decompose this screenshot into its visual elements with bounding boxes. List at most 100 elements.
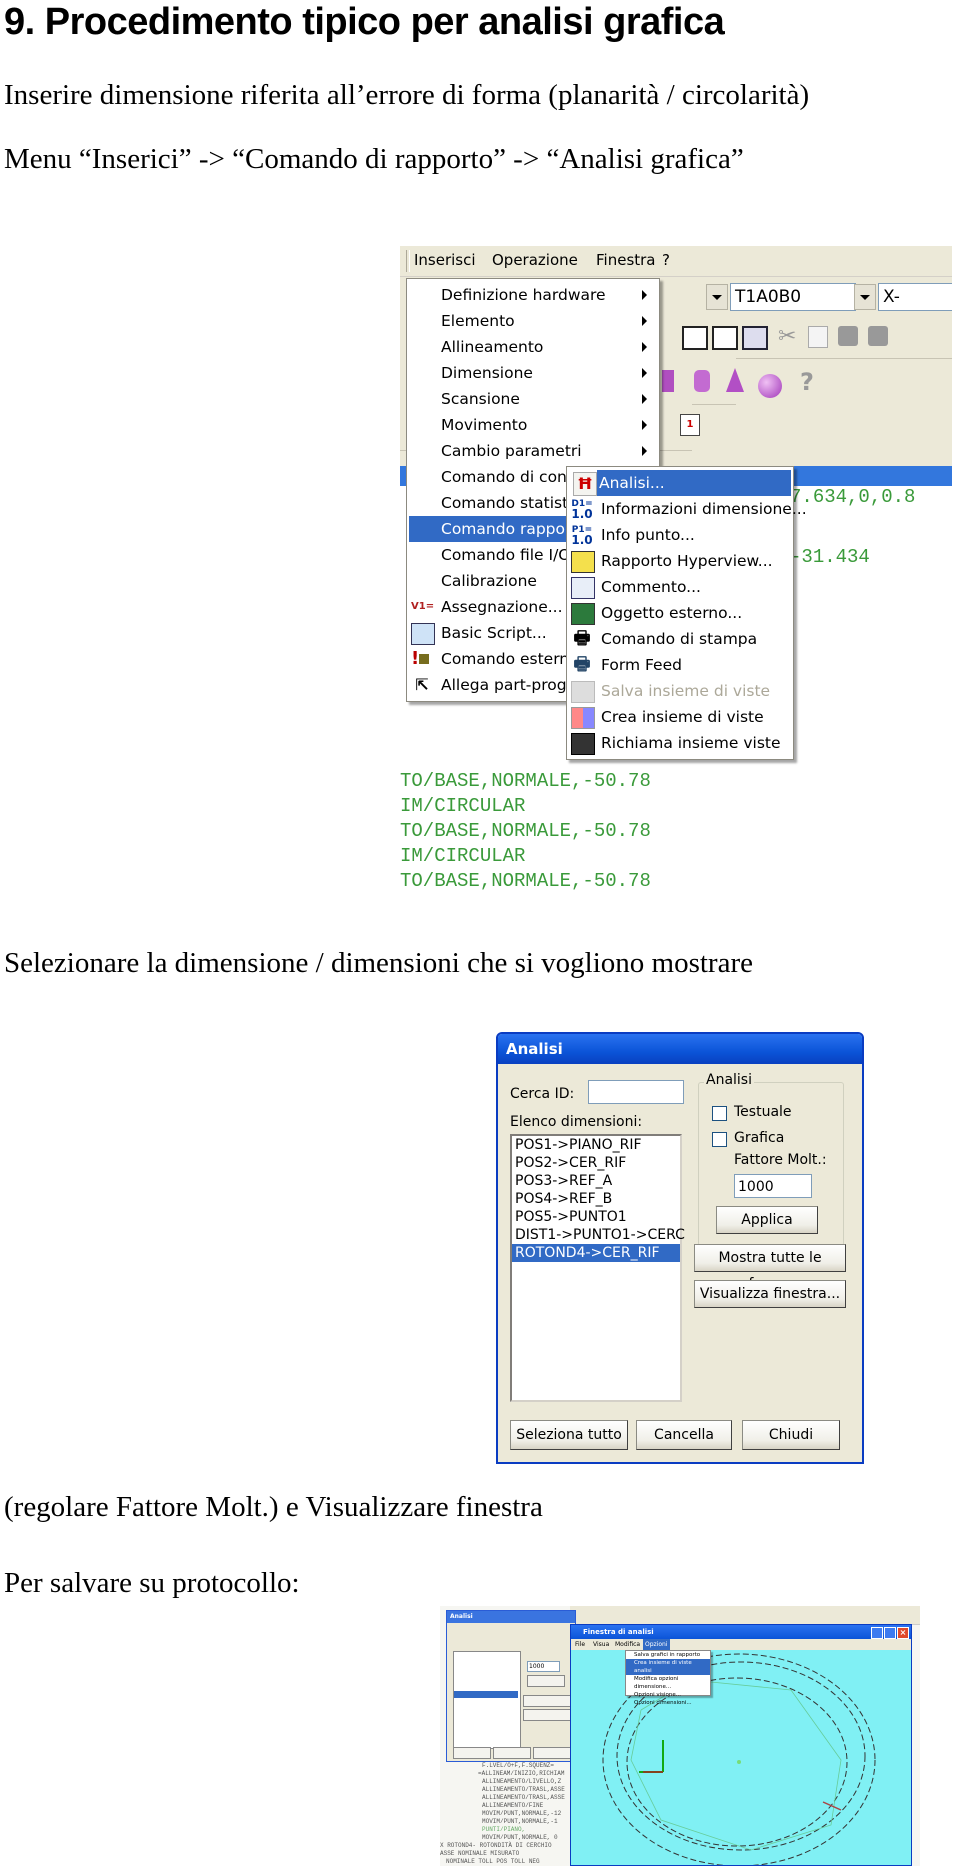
small-apply-button[interactable] bbox=[527, 1675, 565, 1687]
submenu-arrow-icon bbox=[642, 368, 647, 378]
list-item[interactable]: POS5->PUNTO1 bbox=[512, 1208, 680, 1226]
show-window-button[interactable]: Visualizza finestra... bbox=[694, 1280, 846, 1308]
options-item-view-options[interactable]: Opzioni visione... bbox=[626, 1691, 710, 1699]
close-window-icon[interactable]: × bbox=[897, 1627, 909, 1639]
paragraph-adjust: (regolare Fattore Molt.) e Visualizzare … bbox=[4, 1491, 543, 1523]
menu-item-allineamento[interactable]: Allineamento bbox=[409, 334, 657, 360]
menu-operazione[interactable]: Operazione bbox=[492, 251, 578, 269]
code-line: F.LVEL/O+F,F.SQUENZ= bbox=[482, 1762, 555, 1769]
background-code: F.LVEL/O+F,F.SQUENZ= =ALLINEAM/INIZIO,RI… bbox=[440, 1762, 580, 1866]
list-item[interactable]: POS3->REF_A bbox=[512, 1172, 680, 1190]
menu-item-cambio-parametri[interactable]: Cambio parametri bbox=[409, 438, 657, 464]
menu-help[interactable]: ? bbox=[662, 251, 670, 269]
close-button[interactable]: Chiudi bbox=[742, 1420, 840, 1450]
menu-item-form-feed[interactable]: 🖶 Form Feed bbox=[569, 652, 791, 678]
menu-item-crea-insieme-viste[interactable]: Crea insieme di viste bbox=[569, 704, 791, 730]
menu-item-definizione-hardware[interactable]: Definizione hardware bbox=[409, 282, 657, 308]
small-show-window-button[interactable] bbox=[523, 1709, 573, 1721]
small-cancel-button[interactable] bbox=[493, 1747, 531, 1759]
search-label: Cerca ID: bbox=[510, 1086, 575, 1102]
print-icon: 🖶 bbox=[573, 628, 591, 649]
menu-item-info-punto[interactable]: P1= 1.0 Info punto... bbox=[569, 522, 791, 548]
menu-inserisci[interactable]: Inserisci bbox=[414, 251, 476, 269]
graphic-checkbox-label: Grafica bbox=[734, 1130, 785, 1146]
menu-finestra[interactable]: Finestra bbox=[596, 251, 656, 269]
small-show-arrows-button[interactable] bbox=[523, 1695, 573, 1707]
paragraph-intro: Inserire dimensione riferita all’errore … bbox=[4, 79, 810, 111]
code-line: X ROTOND4- ROTONDITÀ DI CERCHIO bbox=[440, 1842, 552, 1849]
paragraph-save: Per salvare su protocollo: bbox=[4, 1567, 300, 1599]
analysis-canvas[interactable] bbox=[571, 1650, 911, 1865]
search-input[interactable] bbox=[588, 1080, 684, 1104]
number-icon[interactable]: 1 bbox=[680, 414, 700, 436]
code-line: ALLINEAMENTO/LIVELLO,Z bbox=[482, 1778, 562, 1785]
center-mark bbox=[737, 1760, 741, 1764]
options-item-create-views[interactable]: Crea insieme di viste analisi bbox=[626, 1659, 710, 1675]
list-item[interactable]: POS1->PIANO_RIF bbox=[512, 1136, 680, 1154]
menu-modifica[interactable]: Modifica bbox=[615, 1639, 640, 1650]
menu-item-analisi[interactable]: Analisi... bbox=[597, 470, 791, 496]
menu-item-salva-insieme-viste[interactable]: Salva insieme di viste bbox=[569, 678, 791, 704]
code-line: TO/BASE,NORMALE,-50.78 bbox=[400, 870, 651, 892]
box-icon[interactable] bbox=[662, 370, 674, 392]
menu-item-comando-stampa[interactable]: 🖶 Comando di stampa bbox=[569, 626, 791, 652]
menu-item-scansione[interactable]: Scansione bbox=[409, 386, 657, 412]
analysis-window: Finestra di analisi × File Visua Modific… bbox=[570, 1624, 912, 1866]
options-item-dimension-options[interactable]: Modifica opzioni dimensione... bbox=[626, 1675, 710, 1691]
menu-item-oggetto-esterno[interactable]: Oggetto esterno... bbox=[569, 600, 791, 626]
cancel-button[interactable]: Cancella bbox=[636, 1420, 732, 1450]
small-factor-input[interactable]: 1000 bbox=[527, 1661, 560, 1672]
small-dimensions-listbox[interactable] bbox=[453, 1651, 521, 1749]
textual-checkbox[interactable] bbox=[712, 1106, 727, 1121]
select-all-button[interactable]: Seleziona tutto bbox=[510, 1420, 628, 1450]
error-arrow bbox=[822, 1801, 842, 1811]
factor-label: Fattore Molt.: bbox=[734, 1152, 827, 1168]
menu-item-informazioni-dimensione[interactable]: D1= 1.0 Informazioni dimensione... bbox=[569, 496, 806, 522]
menu-item-richiama-insieme-viste[interactable]: Richiama insieme viste bbox=[569, 730, 791, 756]
report2-icon[interactable] bbox=[712, 326, 738, 350]
options-item-dimensions-options[interactable]: Opzioni dimensioni... bbox=[626, 1699, 710, 1707]
cone-icon[interactable] bbox=[726, 368, 744, 392]
menu-item-movimento[interactable]: Movimento bbox=[409, 412, 657, 438]
list-item-selected[interactable]: ROTOND4->CER_RIF bbox=[512, 1244, 680, 1262]
menu-item-rapporto-hyperview[interactable]: Rapporto Hyperview... bbox=[569, 548, 791, 574]
probe-combo-dropdown-button[interactable] bbox=[854, 284, 876, 310]
paste-icon[interactable] bbox=[838, 326, 858, 346]
options-item-save-graphs[interactable]: Salva grafici in rapporto bbox=[626, 1651, 710, 1659]
sphere-icon[interactable] bbox=[758, 374, 782, 398]
graphic-checkbox[interactable] bbox=[712, 1132, 727, 1147]
code-line: MOVIM/PUNT,NORMALE,-12 bbox=[482, 1810, 562, 1817]
menu-item-elemento[interactable]: Elemento bbox=[409, 308, 657, 334]
small-list-selected-row[interactable] bbox=[454, 1691, 518, 1698]
list-item[interactable]: POS4->REF_B bbox=[512, 1190, 680, 1208]
report-icon[interactable] bbox=[682, 326, 708, 350]
cut-icon[interactable]: ✂ bbox=[778, 323, 796, 349]
copy-icon[interactable] bbox=[808, 326, 828, 348]
loop-icon[interactable] bbox=[742, 326, 768, 350]
dimensions-listbox[interactable]: POS1->PIANO_RIF POS2->CER_RIF POS3->REF_… bbox=[510, 1134, 685, 1402]
small-close-button[interactable] bbox=[533, 1747, 571, 1759]
submenu-arrow-icon bbox=[642, 290, 647, 300]
small-select-all-button[interactable] bbox=[453, 1747, 491, 1759]
menu-opzioni[interactable]: Opzioni bbox=[643, 1639, 670, 1650]
cylinder-icon[interactable] bbox=[694, 370, 710, 392]
list-item[interactable]: POS2->CER_RIF bbox=[512, 1154, 680, 1172]
minimize-button[interactable] bbox=[871, 1627, 883, 1639]
code-line: ALLINEAMENTO/TRASL,ASSE bbox=[482, 1786, 565, 1793]
external-command-icon: ! bbox=[411, 649, 433, 669]
show-arrows-button[interactable]: Mostra tutte le frecce bbox=[694, 1244, 846, 1292]
menu-item-dimensione[interactable]: Dimensione bbox=[409, 360, 657, 386]
axis-combo[interactable]: X- bbox=[878, 283, 952, 311]
maximize-button[interactable] bbox=[884, 1627, 896, 1639]
apply-button[interactable]: Applica bbox=[716, 1206, 818, 1234]
menu-item-commento[interactable]: Commento... bbox=[569, 574, 791, 600]
factor-input[interactable]: 1000 bbox=[734, 1174, 812, 1198]
menu-visua[interactable]: Visua bbox=[593, 1639, 609, 1650]
paste-special-icon[interactable] bbox=[868, 326, 888, 346]
textual-checkbox-label: Testuale bbox=[734, 1104, 792, 1120]
list-item[interactable]: DIST1->PUNTO1->CERC bbox=[512, 1226, 685, 1244]
menu-file[interactable]: File bbox=[575, 1639, 585, 1650]
help-icon[interactable]: ? bbox=[800, 368, 814, 396]
combo-dropdown-button[interactable] bbox=[706, 284, 728, 310]
probe-combo[interactable]: T1A0B0 bbox=[730, 283, 856, 311]
